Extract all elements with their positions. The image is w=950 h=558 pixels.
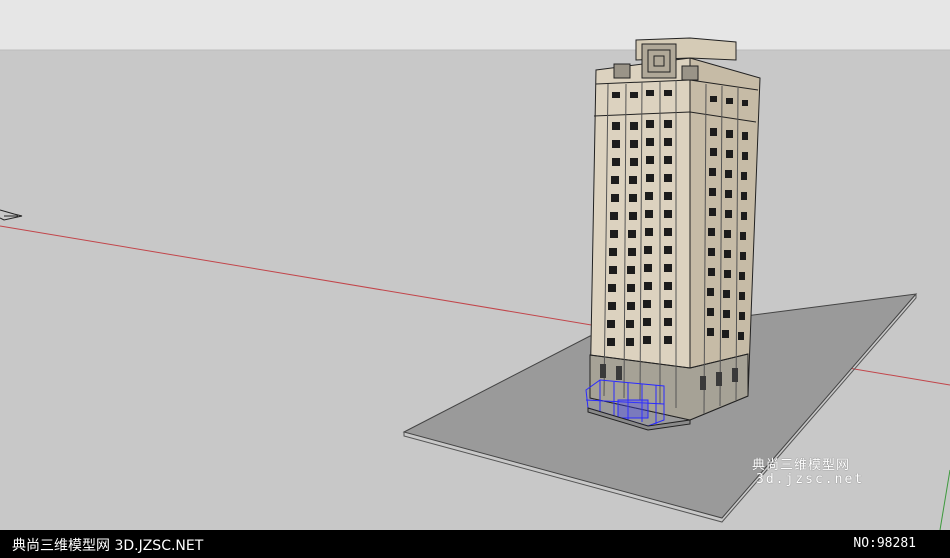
green-axis	[939, 469, 950, 531]
footer-model-number: NO:98281	[853, 536, 916, 551]
footer-bar: 典尚三维模型网 3D.JZSC.NET NO:98281	[0, 530, 950, 558]
footer-site-label: 典尚三维模型网 3D.JZSC.NET	[12, 538, 204, 554]
roof-ornament-panel	[641, 43, 677, 79]
watermark-url: 3d.jzsc.net	[756, 472, 865, 487]
axis-origin-icon[interactable]	[0, 209, 23, 221]
building-model[interactable]	[585, 37, 761, 431]
watermark-brand: 典尚三维模型网	[752, 458, 851, 473]
roof-ornament-left	[613, 63, 631, 79]
roof-ornament-right	[681, 65, 699, 81]
model-viewport[interactable]: 典尚三维模型网 3d.jzsc.net	[0, 0, 950, 558]
